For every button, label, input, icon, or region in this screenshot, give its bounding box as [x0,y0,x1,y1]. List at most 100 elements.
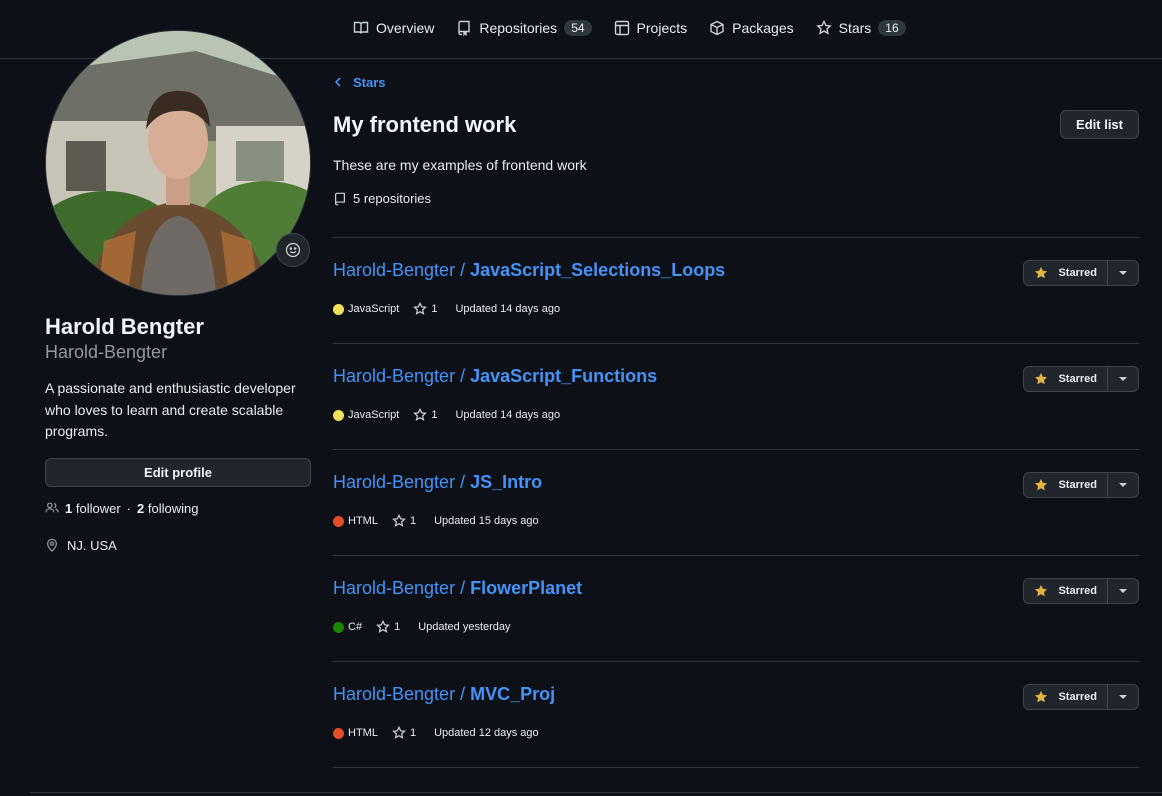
starred-label: Starred [1058,373,1097,385]
list-dropdown-button[interactable] [1108,260,1139,286]
tab-packages-label: Packages [732,20,794,36]
repo-language: JavaScript [348,409,400,421]
repo-language: JavaScript [348,303,400,315]
repo-meta: JavaScript 1 Updated 14 days ago [333,302,560,316]
triangle-down-icon [1119,589,1127,593]
smiley-icon [285,242,301,258]
repo-name: MVC_Proj [470,684,556,704]
repo-owner: Harold-Bengter / [333,260,466,280]
unstar-button[interactable]: Starred [1023,260,1108,286]
repo-meta: C# 1 Updated yesterday [333,620,511,634]
table-icon [614,20,629,36]
tab-projects[interactable]: Projects [606,14,696,42]
starred-label: Starred [1058,479,1097,491]
star-fill-icon [1035,372,1048,385]
language-color-dot [333,303,344,315]
list-dropdown-button[interactable] [1108,684,1139,710]
profile-name: Harold Bengter [45,314,204,339]
repo-meta: HTML 1 Updated 15 days ago [333,514,539,528]
repo-link[interactable]: Harold-Bengter / MVC_Proj [333,684,555,705]
star-icon [815,20,832,35]
book-icon [353,21,369,34]
list-title: My frontend work [333,111,517,137]
repo-link[interactable]: Harold-Bengter / JS_Intro [333,472,542,493]
language-color-dot [333,409,344,421]
repo-meta: HTML 1 Updated 12 days ago [333,726,539,740]
chevron-left-icon [334,77,341,87]
star-icon [413,408,428,421]
tab-projects-label: Projects [636,20,688,36]
repo-name: FlowerPlanet [470,578,583,598]
unstar-button[interactable]: Starred [1023,684,1108,710]
triangle-down-icon [1119,271,1127,275]
repo-language: HTML [348,727,378,739]
followers-link[interactable]: 1 follower [65,501,121,516]
profile-location: NJ. USA [45,538,311,553]
list-header: My frontend work Edit list [333,110,1139,139]
list-dropdown-button[interactable] [1108,472,1139,498]
star-fill-icon [1035,266,1048,279]
repo-language: HTML [348,515,378,527]
repo-icon [458,20,471,36]
people-icon [45,502,59,513]
following-label: following [147,500,199,516]
repo-stargazers-link[interactable]: 1 [392,514,416,528]
repo-star-count: 1 [409,515,417,527]
set-status-button[interactable] [276,233,310,267]
tab-overview[interactable]: Overview [345,14,442,42]
repo-link[interactable]: Harold-Bengter / JavaScript_Functions [333,366,657,387]
repo-stargazers-link[interactable]: 1 [392,726,416,740]
avatar-image [46,31,310,295]
repo-owner: Harold-Bengter / [333,578,466,598]
star-icon [392,514,406,527]
repo-icon [335,192,345,205]
language-color-dot [333,515,344,527]
repo-star-count: 1 [409,727,417,739]
repo-updated: Updated 15 days ago [434,515,539,527]
star-button-group: Starred [1023,578,1139,604]
profile-bio: A passionate and enthusiastic developer … [45,380,296,439]
tab-repositories-label: Repositories [479,20,558,36]
follow-stats: 1 follower · 2 following [45,501,311,516]
repo-language: C# [348,621,363,633]
following-count: 2 [137,500,145,516]
edit-list-button[interactable]: Edit list [1060,110,1139,139]
triangle-down-icon [1119,695,1127,699]
repo-stargazers-link[interactable]: 1 [413,408,437,422]
back-to-stars-link[interactable]: Stars [333,72,1139,92]
repo-updated: Updated yesterday [418,621,511,633]
repo-owner: Harold-Bengter / [333,472,466,492]
tab-repositories[interactable]: Repositories 54 [448,14,599,42]
followers-count: 1 [65,500,73,516]
star-icon [376,620,390,633]
repo-name: JavaScript_Functions [470,366,658,386]
back-label: Stars [353,74,386,90]
repositories-count-badge: 54 [564,20,592,36]
repo-name: JavaScript_Selections_Loops [470,260,726,280]
repo-stargazers-link[interactable]: 1 [413,302,437,316]
repo-meta: JavaScript 1 Updated 14 days ago [333,408,560,422]
unstar-button[interactable]: Starred [1023,366,1108,392]
footer-divider [30,792,1162,793]
starred-label: Starred [1058,267,1097,279]
list-dropdown-button[interactable] [1108,366,1139,392]
location-text: NJ. USA [67,537,117,553]
triangle-down-icon [1119,483,1127,487]
following-link[interactable]: 2 following [137,501,198,516]
unstar-button[interactable]: Starred [1023,472,1108,498]
unstar-button[interactable]: Starred [1023,578,1108,604]
repo-link[interactable]: Harold-Bengter / JavaScript_Selections_L… [333,260,725,281]
avatar[interactable] [45,30,311,296]
stars-count-badge: 16 [878,20,906,36]
repo-stargazers-link[interactable]: 1 [376,620,400,634]
starred-label: Starred [1058,585,1097,597]
repo-item: Harold-Bengter / JavaScript_Selections_L… [333,238,1139,344]
profile-tabs: Overview Repositories 54 Projects Packag… [345,14,920,42]
repo-link[interactable]: Harold-Bengter / FlowerPlanet [333,578,582,599]
tab-packages[interactable]: Packages [701,14,801,42]
repo-count-text: 5 repositories [353,191,432,206]
edit-profile-button[interactable]: Edit profile [45,457,311,487]
star-fill-icon [1035,478,1048,491]
tab-stars[interactable]: Stars 16 [808,14,914,42]
list-dropdown-button[interactable] [1108,578,1139,604]
